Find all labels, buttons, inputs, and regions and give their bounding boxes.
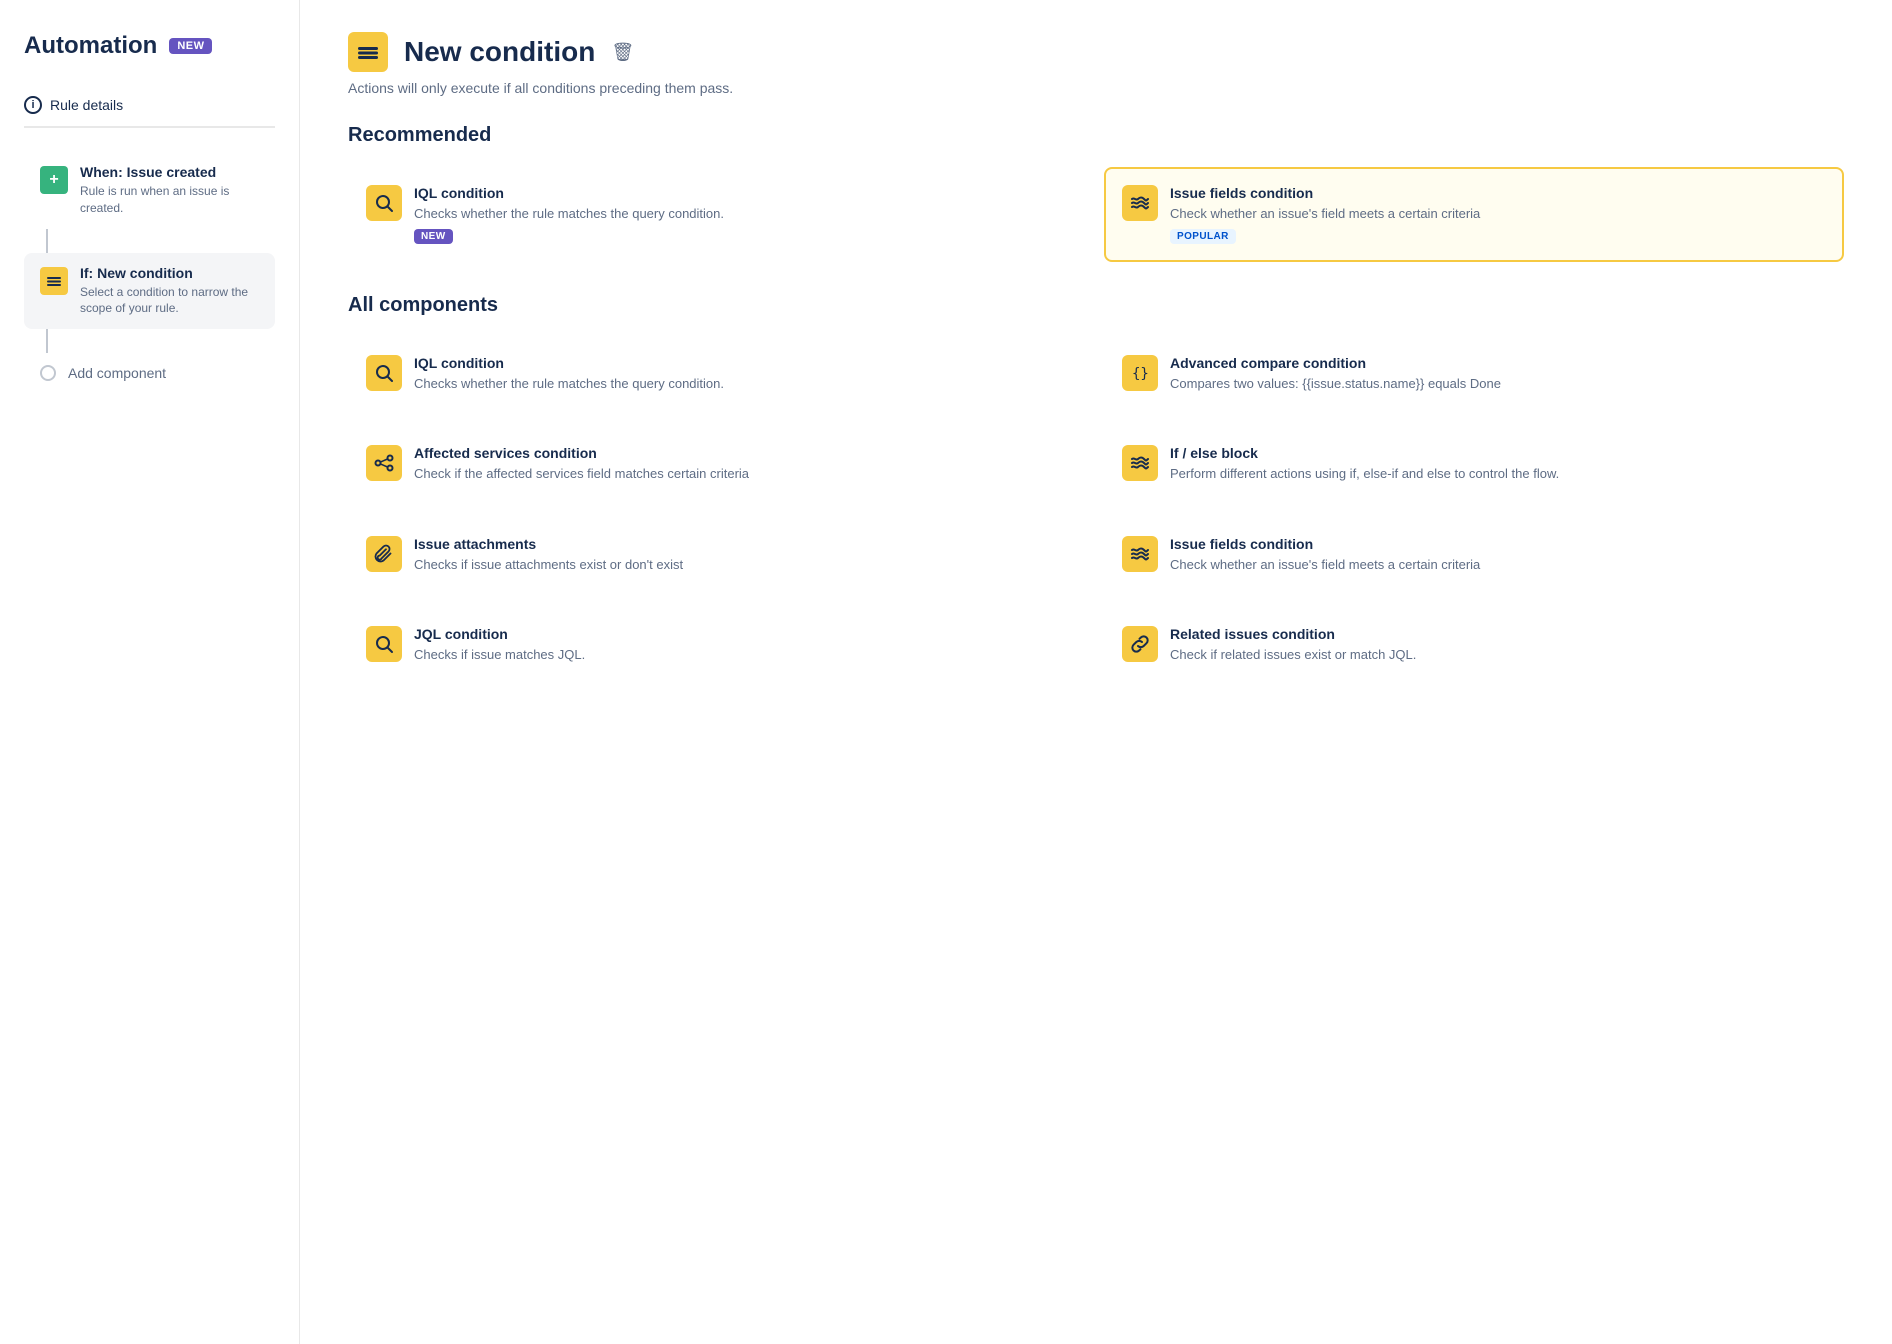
advanced-compare-desc: Compares two values: {{issue.status.name… (1170, 375, 1501, 393)
jql-content: JQL condition Checks if issue matches JQ… (414, 626, 585, 664)
iql-rec-badge: NEW (414, 229, 453, 244)
app-new-badge: NEW (169, 38, 212, 54)
workflow-trigger[interactable]: + When: Issue created Rule is run when a… (24, 152, 275, 229)
workflow-connector-1 (46, 229, 48, 253)
if-else-title: If / else block (1170, 445, 1559, 461)
iql-rec-icon (366, 185, 402, 221)
condition-icon (40, 267, 68, 295)
page-header: New condition 🗑 (348, 32, 1844, 72)
trigger-title: When: Issue created (80, 164, 259, 180)
recommended-title: Recommended (348, 124, 1844, 147)
affected-services-title: Affected services condition (414, 445, 749, 461)
sidebar: Automation NEW i Rule details + When: Is… (0, 0, 300, 1344)
issue-fields-rec-desc: Check whether an issue's field meets a c… (1170, 205, 1480, 223)
iql-rec-desc: Checks whether the rule matches the quer… (414, 205, 724, 223)
related-issues-desc: Check if related issues exist or match J… (1170, 646, 1416, 664)
issue-attachments-icon (366, 536, 402, 572)
if-else-desc: Perform different actions using if, else… (1170, 465, 1559, 483)
iql-content: IQL condition Checks whether the rule ma… (414, 355, 724, 393)
advanced-compare-content: Advanced compare condition Compares two … (1170, 355, 1501, 393)
add-component-label: Add component (68, 365, 166, 381)
issue-fields-icon (1122, 536, 1158, 572)
issue-fields-content: Issue fields condition Check whether an … (1170, 536, 1480, 574)
if-else-content: If / else block Perform different action… (1170, 445, 1559, 483)
card-related-issues[interactable]: Related issues condition Check if relate… (1104, 608, 1844, 682)
issue-fields-rec-title: Issue fields condition (1170, 185, 1480, 201)
main-content: New condition 🗑 Actions will only execut… (300, 0, 1892, 1344)
svg-text:{}: {} (1132, 366, 1149, 382)
workflow-connector-2 (46, 329, 48, 353)
affected-services-content: Affected services condition Check if the… (414, 445, 749, 483)
issue-attachments-desc: Checks if issue attachments exist or don… (414, 556, 683, 574)
trigger-icon: + (40, 166, 68, 194)
all-components-title: All components (348, 294, 1844, 317)
jql-title: JQL condition (414, 626, 585, 642)
card-if-else-block[interactable]: If / else block Perform different action… (1104, 427, 1844, 501)
card-jql-condition[interactable]: JQL condition Checks if issue matches JQ… (348, 608, 1088, 682)
related-issues-icon (1122, 626, 1158, 662)
page-header-icon (348, 32, 388, 72)
workflow-condition[interactable]: If: New condition Select a condition to … (24, 253, 275, 330)
issue-fields-rec-icon (1122, 185, 1158, 221)
card-issue-attachments[interactable]: Issue attachments Checks if issue attach… (348, 518, 1088, 592)
issue-fields-rec-badge: POPULAR (1170, 229, 1236, 244)
affected-services-icon (366, 445, 402, 481)
all-components-section: All components IQL condition Checks whet… (348, 294, 1844, 682)
iql-desc: Checks whether the rule matches the quer… (414, 375, 724, 393)
trigger-description: Rule is run when an issue is created. (80, 183, 259, 217)
advanced-compare-title: Advanced compare condition (1170, 355, 1501, 371)
jql-desc: Checks if issue matches JQL. (414, 646, 585, 664)
page-title: New condition (404, 36, 595, 68)
iql-icon (366, 355, 402, 391)
condition-title: If: New condition (80, 265, 259, 281)
trash-icon[interactable]: 🗑 (611, 42, 634, 63)
info-icon: i (24, 96, 42, 114)
add-component[interactable]: Add component (24, 353, 275, 393)
card-iql-condition-rec[interactable]: IQL condition Checks whether the rule ma… (348, 167, 1088, 262)
issue-attachments-content: Issue attachments Checks if issue attach… (414, 536, 683, 574)
recommended-section: Recommended IQL condition Checks whether… (348, 124, 1844, 262)
iql-rec-title: IQL condition (414, 185, 724, 201)
page-subtitle: Actions will only execute if all conditi… (348, 80, 1844, 96)
sidebar-header: Automation NEW (24, 32, 275, 60)
related-issues-content: Related issues condition Check if relate… (1170, 626, 1416, 664)
trigger-content: When: Issue created Rule is run when an … (80, 164, 259, 217)
issue-attachments-title: Issue attachments (414, 536, 683, 552)
issue-fields-desc: Check whether an issue's field meets a c… (1170, 556, 1480, 574)
card-iql-condition[interactable]: IQL condition Checks whether the rule ma… (348, 337, 1088, 411)
condition-content: If: New condition Select a condition to … (80, 265, 259, 318)
card-affected-services[interactable]: Affected services condition Check if the… (348, 427, 1088, 501)
condition-description: Select a condition to narrow the scope o… (80, 284, 259, 318)
card-issue-fields[interactable]: Issue fields condition Check whether an … (1104, 518, 1844, 592)
app-title: Automation (24, 32, 157, 60)
issue-fields-rec-content: Issue fields condition Check whether an … (1170, 185, 1480, 244)
iql-title: IQL condition (414, 355, 724, 371)
workflow-items: + When: Issue created Rule is run when a… (24, 152, 275, 393)
advanced-compare-icon: {} (1122, 355, 1158, 391)
rule-details-label: Rule details (50, 97, 123, 113)
related-issues-title: Related issues condition (1170, 626, 1416, 642)
iql-rec-content: IQL condition Checks whether the rule ma… (414, 185, 724, 244)
add-dot-icon (40, 365, 56, 381)
card-advanced-compare[interactable]: {} Advanced compare condition Compares t… (1104, 337, 1844, 411)
recommended-grid: IQL condition Checks whether the rule ma… (348, 167, 1844, 262)
jql-icon (366, 626, 402, 662)
rule-details-item[interactable]: i Rule details (24, 84, 275, 128)
card-issue-fields-rec[interactable]: Issue fields condition Check whether an … (1104, 167, 1844, 262)
if-else-icon (1122, 445, 1158, 481)
affected-services-desc: Check if the affected services field mat… (414, 465, 749, 483)
issue-fields-title: Issue fields condition (1170, 536, 1480, 552)
all-components-grid: IQL condition Checks whether the rule ma… (348, 337, 1844, 682)
